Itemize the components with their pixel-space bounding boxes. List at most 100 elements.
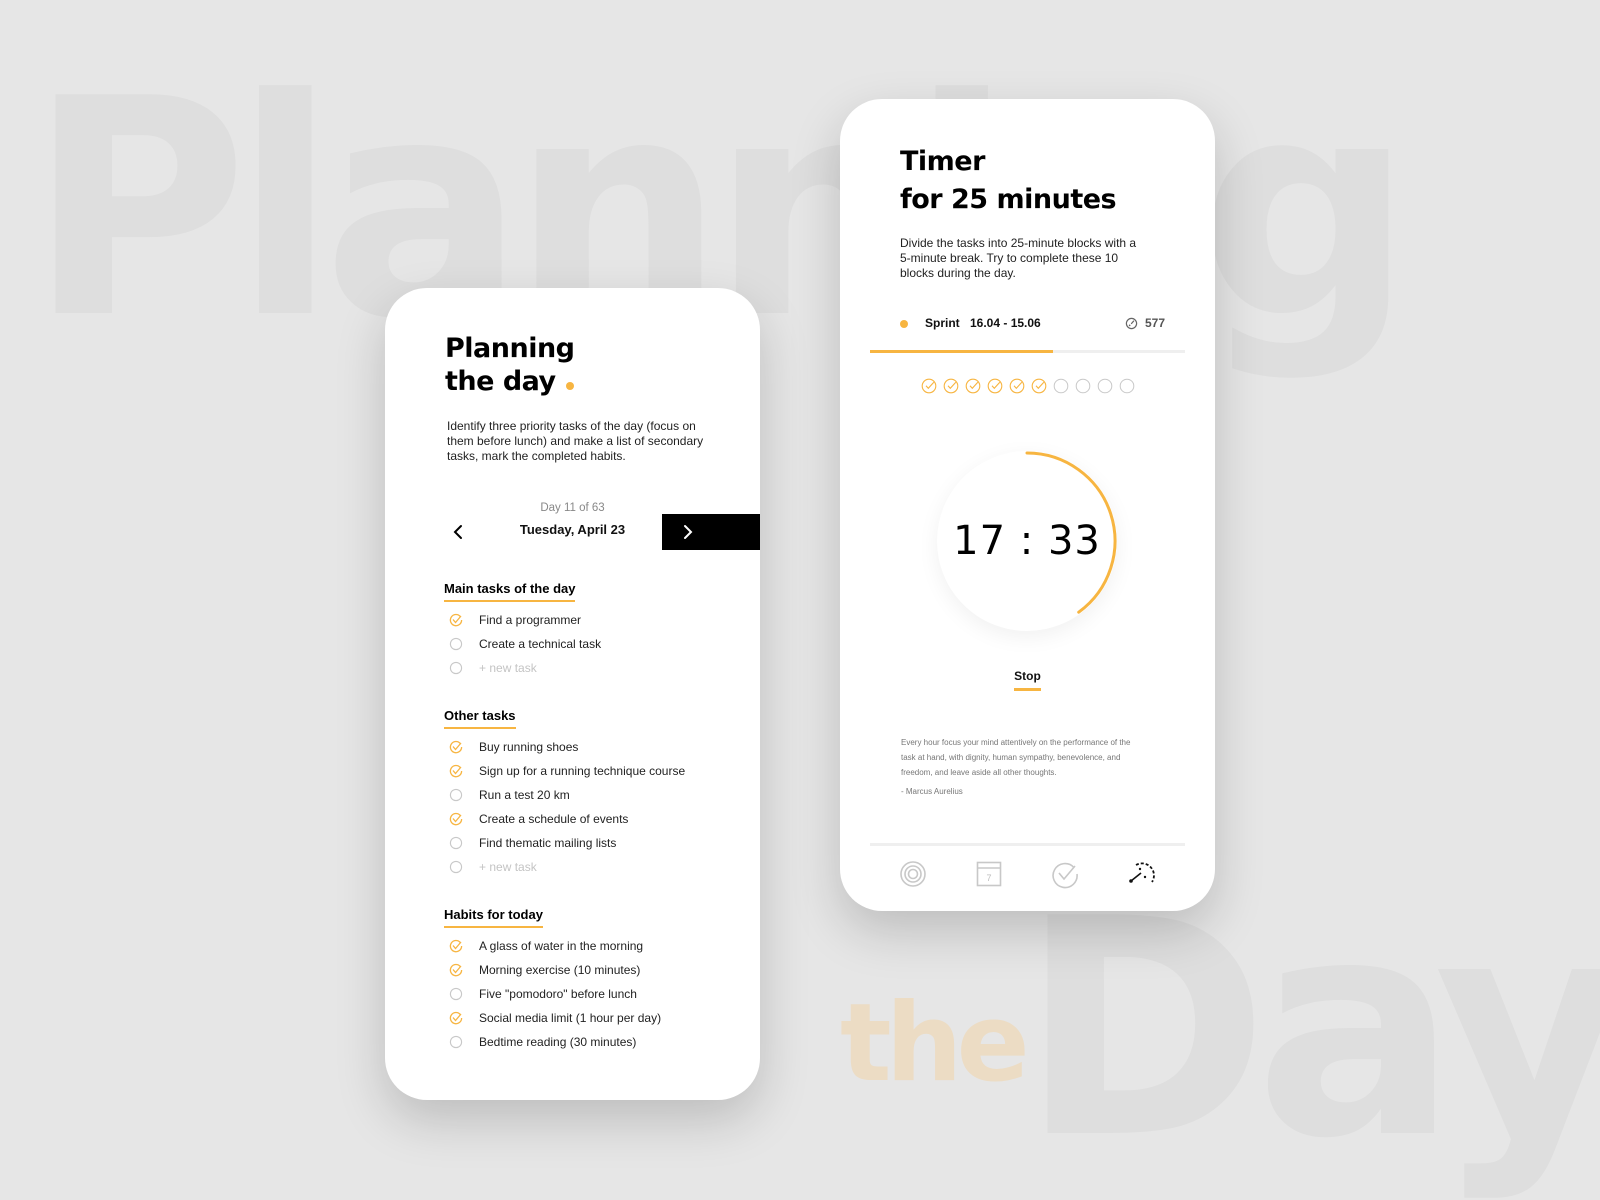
check-circle-icon [1052, 862, 1078, 889]
task-label: Morning exercise (10 minutes) [479, 963, 641, 977]
checked-icon [449, 939, 463, 953]
block-pending [1119, 378, 1135, 394]
sprint-count: 577 [1145, 316, 1166, 330]
block-completed [1031, 378, 1047, 394]
block-pending [1097, 378, 1113, 394]
title-line-1: Planning [445, 333, 575, 364]
timer-screen: Timer for 25 minutes Divide the tasks in… [840, 99, 1215, 911]
sprint-progress-bar [870, 350, 1185, 353]
page-description: Divide the tasks into 25-minute blocks w… [900, 236, 1137, 280]
section-other-tasks: Other tasks Buy running shoes Sign up for… [444, 707, 744, 879]
task-label: Sign up for a running technique course [479, 764, 686, 778]
unchecked-icon [1075, 378, 1090, 394]
timer-dial: 17 : 33 [937, 451, 1117, 631]
unchecked-icon [449, 637, 463, 651]
task-item[interactable]: Find a programmer [444, 608, 744, 632]
unchecked-icon [449, 987, 463, 1001]
section-title: Habits for today [444, 907, 543, 928]
task-item[interactable]: Morning exercise (10 minutes) [444, 958, 744, 982]
task-label: Create a technical task [479, 637, 602, 651]
calendar-day-number: 7 [986, 873, 991, 883]
task-item[interactable]: A glass of water in the morning [444, 934, 744, 958]
sprint-progress-fill [870, 350, 1053, 353]
calendar-icon: 7 [976, 861, 1002, 887]
block-completed [987, 378, 1003, 394]
sprint-status-dot-icon [900, 320, 908, 328]
background-word-the: the [840, 981, 1030, 1106]
title-line-2: for 25 minutes [900, 184, 1117, 215]
chevron-left-icon [453, 525, 462, 539]
section-title: Main tasks of the day [444, 581, 576, 602]
task-item[interactable]: Bedtime reading (30 minutes) [444, 1030, 744, 1054]
block-completed [965, 378, 981, 394]
page-description: Identify three priority tasks of the day… [447, 419, 704, 463]
section-habits: Habits for today A glass of water in the… [444, 906, 744, 1054]
bottom-tab-bar: 7 [870, 859, 1185, 895]
chevron-right-icon [684, 525, 693, 539]
task-item[interactable]: Find thematic mailing lists [444, 831, 744, 855]
quote-text: Every hour focus your mind attentively o… [901, 738, 1131, 777]
task-item[interactable]: Five "pomodoro" before lunch [444, 982, 744, 1006]
block-completed [921, 378, 937, 394]
quote-author: - Marcus Aurelius [901, 787, 963, 796]
task-label: Find a programmer [479, 613, 582, 627]
checked-icon [965, 378, 980, 394]
task-list: Find a programmer Create a technical task… [444, 608, 744, 680]
background-word-day: Day [1020, 855, 1600, 1200]
unchecked-icon [449, 661, 463, 675]
task-label: Run a test 20 km [479, 788, 570, 802]
checked-icon [449, 812, 463, 826]
task-label: Buy running shoes [479, 740, 579, 754]
stop-button[interactable]: Stop [840, 667, 1215, 691]
stop-button-label: Stop [1014, 669, 1041, 691]
block-pending [1053, 378, 1069, 394]
task-item[interactable]: Run a test 20 km [444, 783, 744, 807]
block-completed [943, 378, 959, 394]
task-list: Buy running shoes Sign up for a running t… [444, 735, 744, 879]
previous-day-button[interactable] [447, 520, 471, 544]
next-day-button[interactable] [662, 514, 760, 550]
gauge-icon [1125, 317, 1138, 330]
task-item[interactable]: Create a technical task [444, 632, 744, 656]
unchecked-icon [1097, 378, 1112, 394]
unchecked-icon [1053, 378, 1068, 394]
tab-calendar[interactable]: 7 [974, 859, 1004, 889]
task-label: + new task [479, 661, 537, 675]
checked-icon [449, 613, 463, 627]
block-pending [1075, 378, 1091, 394]
section-title: Other tasks [444, 708, 516, 729]
block-completed [1009, 378, 1025, 394]
timer-display: 17 : 33 [953, 518, 1101, 564]
planning-screen: Planning the day Identify three priority… [385, 288, 760, 1100]
task-item[interactable]: Social media limit (1 hour per day) [444, 1006, 744, 1030]
page-title: Timer for 25 minutes [900, 143, 1117, 219]
checked-icon [449, 963, 463, 977]
checked-icon [1031, 378, 1046, 394]
tab-timer[interactable] [1126, 859, 1156, 889]
tabbar-divider [870, 843, 1185, 846]
unchecked-icon [449, 1035, 463, 1049]
unchecked-icon [1119, 378, 1134, 394]
target-icon [900, 861, 926, 887]
title-line-1: Timer [900, 146, 985, 177]
accent-dot-icon [565, 382, 574, 390]
checked-icon [449, 764, 463, 778]
sprint-dates: 16.04 - 15.06 [970, 316, 1041, 330]
task-item[interactable]: Create a schedule of events [444, 807, 744, 831]
add-task-item[interactable]: + new task [444, 855, 744, 879]
day-navigator: Day 11 of 63 Tuesday, April 23 [385, 502, 760, 552]
task-item[interactable]: Buy running shoes [444, 735, 744, 759]
checked-icon [449, 740, 463, 754]
task-label: Find thematic mailing lists [479, 836, 617, 850]
unchecked-icon [449, 860, 463, 874]
task-label: Social media limit (1 hour per day) [479, 1011, 662, 1025]
section-main-tasks: Main tasks of the day Find a programmer C… [444, 580, 744, 680]
add-task-item[interactable]: + new task [444, 656, 744, 680]
task-label: + new task [479, 860, 537, 874]
sprint-info: Sprint 16.04 - 15.06 577 [870, 309, 1185, 339]
task-label: Create a schedule of events [479, 812, 629, 826]
tab-tasks[interactable] [1050, 859, 1080, 889]
task-label: A glass of water in the morning [479, 939, 644, 953]
tab-goals[interactable] [898, 859, 928, 889]
task-item[interactable]: Sign up for a running technique course [444, 759, 744, 783]
